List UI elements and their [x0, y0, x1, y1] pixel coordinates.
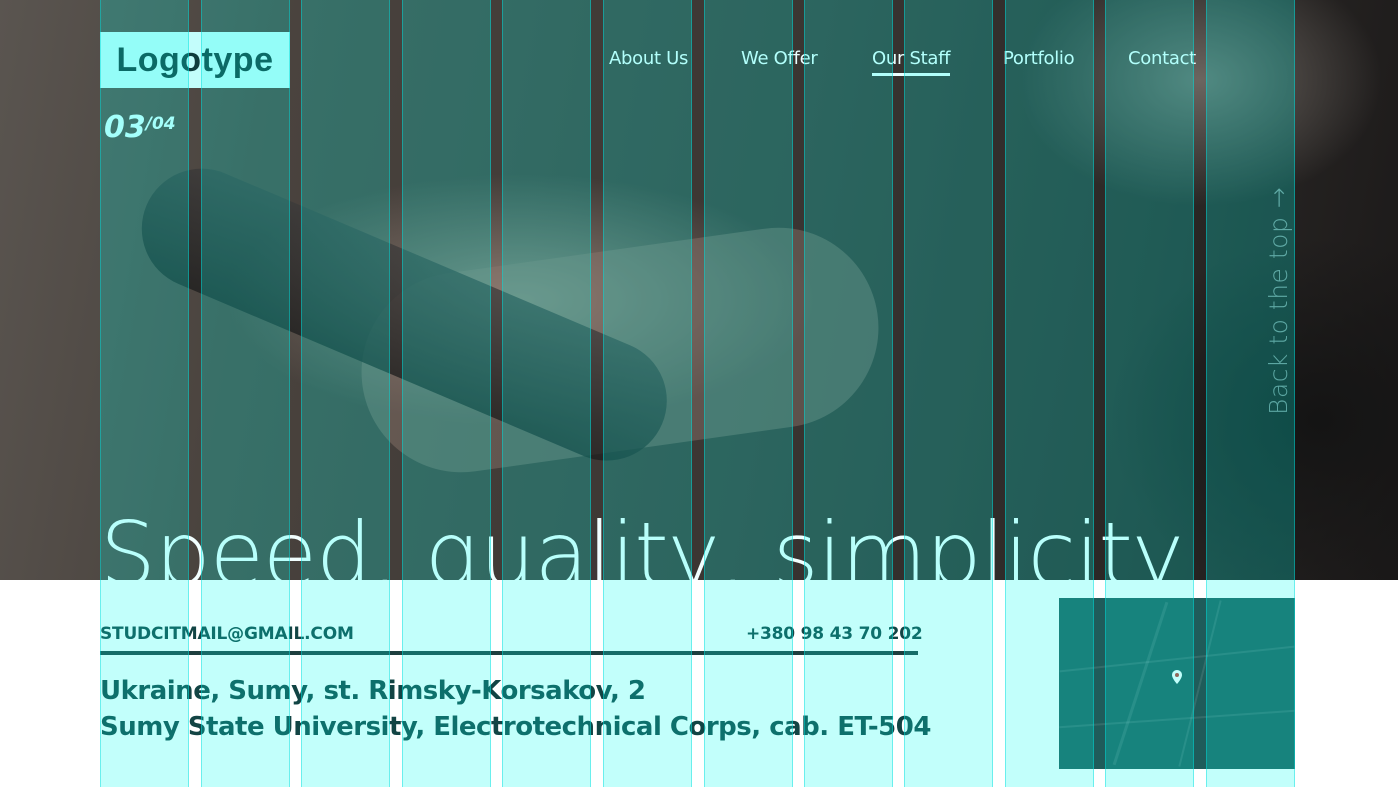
- nav-portfolio[interactable]: Portfolio: [1003, 48, 1075, 69]
- address-line-2: Sumy State University, Electrotechnical …: [100, 712, 931, 742]
- slide-current: 03: [104, 110, 146, 145]
- contact-email[interactable]: STUDCITMAIL@GMAIL.COM: [100, 624, 354, 644]
- map-road: [1059, 709, 1295, 729]
- nav-our-staff[interactable]: Our Staff: [872, 48, 950, 76]
- contact-divider: [100, 651, 918, 655]
- nav-we-offer[interactable]: We Offer: [741, 48, 818, 69]
- hero-headline: Speed, quality, simplicity: [100, 503, 1183, 580]
- nav-about-us[interactable]: About Us: [609, 48, 688, 69]
- map-road: [1178, 600, 1222, 767]
- location-map[interactable]: [1059, 598, 1295, 769]
- map-pin-icon[interactable]: [1172, 670, 1182, 684]
- nav-contact[interactable]: Contact: [1128, 48, 1196, 69]
- map-road: [1112, 601, 1169, 766]
- back-to-top-link[interactable]: Back to the top →: [1264, 187, 1293, 415]
- main-nav: About Us We Offer Our Staff Portfolio Co…: [0, 48, 1398, 78]
- address-line-1: Ukraine, Sumy, st. Rimsky-Korsakov, 2: [100, 676, 646, 706]
- slide-total: /04: [145, 114, 176, 134]
- slide-counter: 03/04: [104, 110, 176, 145]
- contact-phone[interactable]: +380 98 43 70 202: [746, 624, 923, 644]
- map-road: [1059, 645, 1295, 673]
